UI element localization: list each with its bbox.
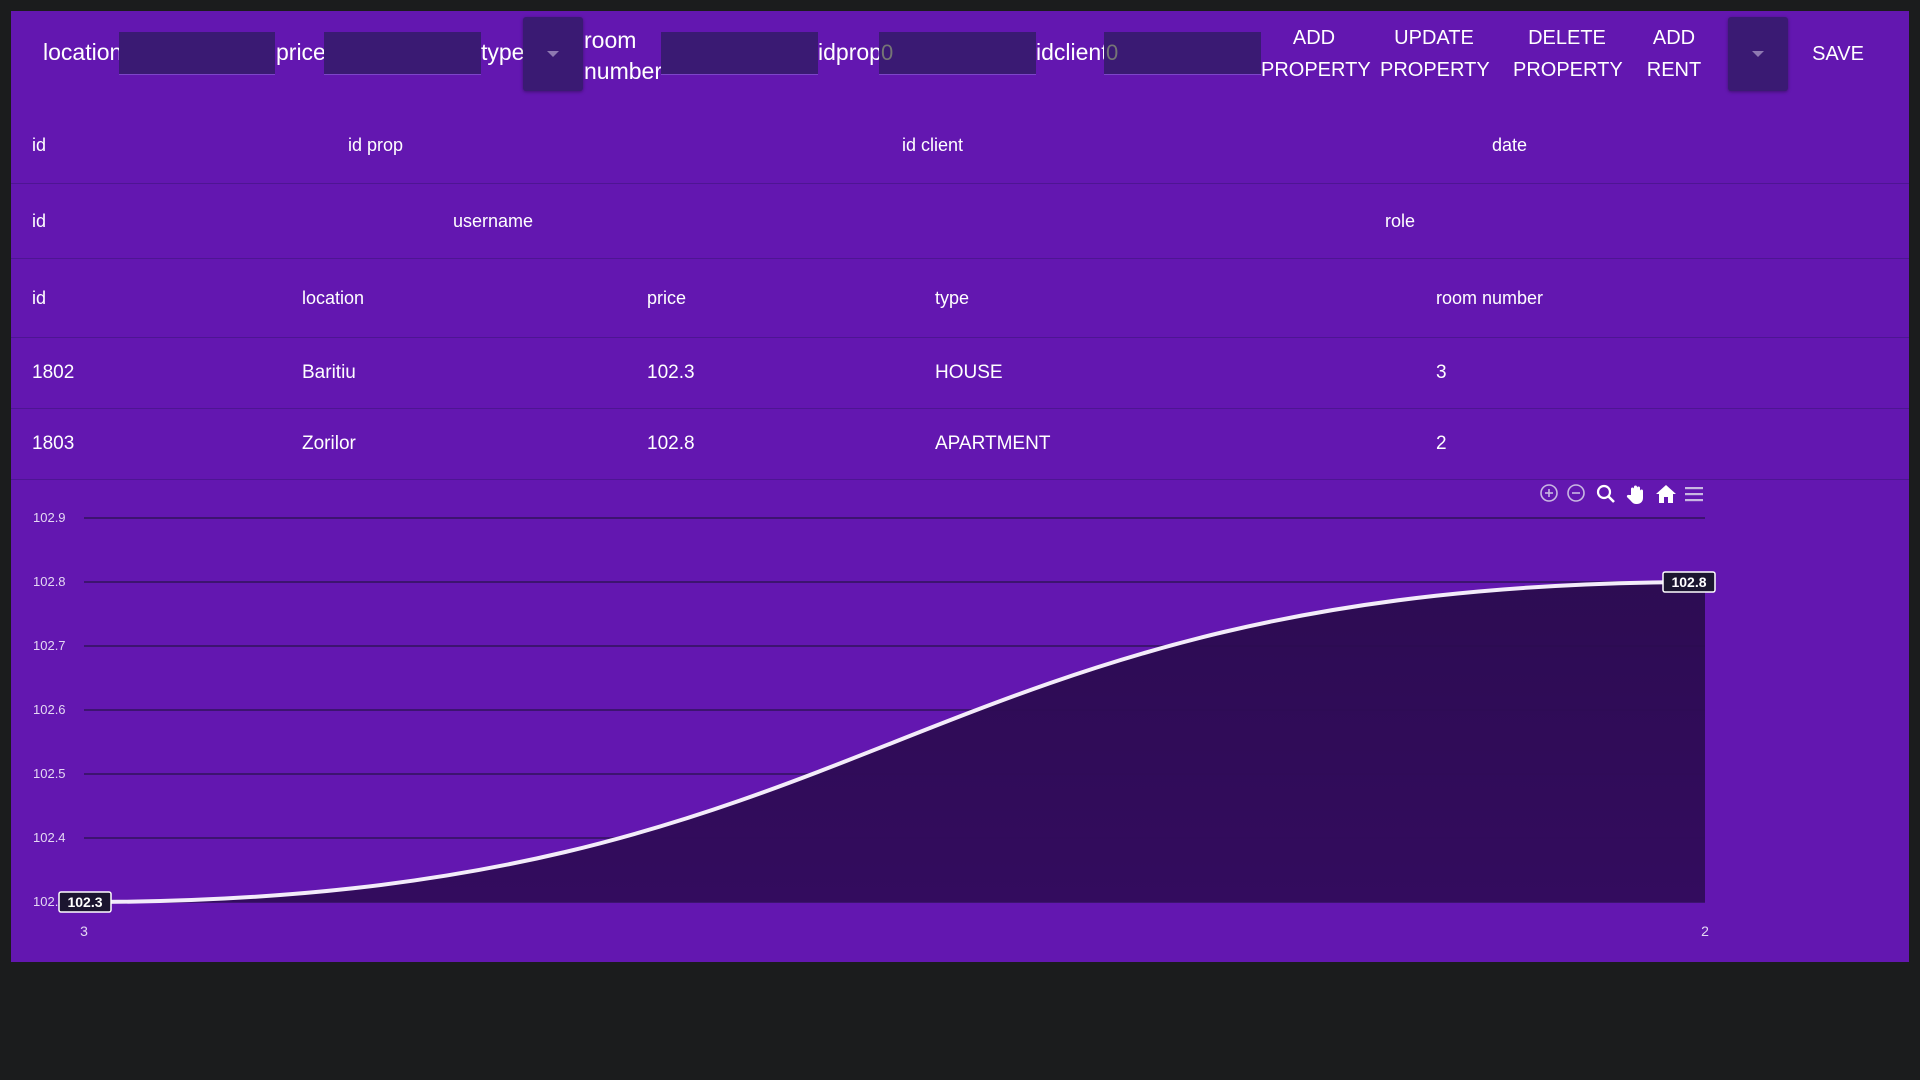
cell-location: Baritiu (302, 362, 356, 383)
column-header: room number (1436, 288, 1544, 308)
update-property-button[interactable]: UPDATE PROPERTY (1380, 22, 1490, 86)
column-header: type (935, 288, 970, 308)
chevron-down-icon (547, 51, 559, 57)
column-header: username (453, 211, 534, 231)
y-tick-label: 102.5 (33, 766, 66, 781)
delete-property-button[interactable]: DELETE PROPERTY (1513, 22, 1623, 86)
x-tick-label: 3 (80, 923, 88, 939)
column-header: id prop (348, 135, 404, 155)
column-header: id (32, 211, 47, 231)
y-tick-label: 102.6 (33, 702, 66, 717)
user-table-header: id username role (11, 184, 1909, 259)
table-row[interactable]: 1802 Baritiu 102.3 HOUSE 3 (11, 338, 1909, 409)
y-tick-label: 102.4 (33, 830, 66, 845)
chevron-down-icon (1752, 51, 1764, 57)
type-label: type (481, 39, 525, 65)
pan-icon[interactable] (1624, 483, 1648, 507)
chart-canvas: 102.9 102.8 102.7 102.6 102.5 102.4 102.3 3 2 10… (33, 510, 1716, 939)
idprop-input[interactable] (879, 32, 1036, 75)
room-number-input[interactable] (661, 32, 818, 75)
column-header: location (302, 288, 365, 308)
price-chart: 102.9 102.8 102.7 102.6 102.5 102.4 102.3 3 2 10… (11, 480, 1909, 962)
zoom-in-icon[interactable] (1537, 483, 1561, 507)
column-header: id client (902, 135, 964, 155)
app-panel: location price type room number idprop i… (11, 11, 1909, 962)
y-tick-label: 102.9 (33, 510, 66, 525)
idclient-label: idclient (1036, 39, 1108, 65)
save-button[interactable]: SAVE (1806, 38, 1870, 70)
y-tick-label: 102.8 (33, 574, 66, 589)
table-row[interactable]: 1803 Zorilor 102.8 APARTMENT 2 (11, 409, 1909, 480)
room-number-label: room number (584, 27, 662, 84)
menu-icon[interactable] (1682, 483, 1706, 507)
cell-room-number: 3 (1436, 362, 1447, 383)
cell-price: 102.8 (647, 433, 695, 454)
cell-price: 102.3 (647, 362, 695, 383)
price-input[interactable] (324, 32, 481, 75)
data-label-text: 102.8 (1671, 574, 1706, 590)
add-property-button[interactable]: ADD PROPERTY (1261, 22, 1371, 86)
zoom-out-icon[interactable] (1564, 483, 1588, 507)
location-label: location (43, 39, 123, 65)
type-select[interactable] (523, 17, 583, 91)
property-toolbar: location price type room number idprop i… (11, 11, 1909, 106)
location-input[interactable] (119, 32, 275, 75)
rent-select[interactable] (1728, 17, 1788, 91)
cell-type: APARTMENT (935, 433, 1051, 454)
column-header: date (1492, 135, 1528, 155)
y-tick-label: 102.7 (33, 638, 66, 653)
rent-table-header: id id prop id client date (11, 106, 1909, 184)
column-header: id (32, 288, 47, 308)
reset-home-icon[interactable] (1654, 483, 1678, 507)
data-label: 102.8 (1662, 571, 1716, 593)
column-header: id (32, 135, 47, 155)
cell-id: 1802 (32, 362, 75, 383)
price-label: price (276, 39, 326, 65)
add-rent-button[interactable]: ADD RENT (1642, 22, 1706, 86)
cell-id: 1803 (32, 433, 75, 454)
idclient-input[interactable] (1104, 32, 1261, 75)
column-header: role (1385, 211, 1416, 231)
column-header: price (647, 288, 687, 308)
data-label: 102.3 (58, 891, 112, 913)
property-table-header: id location price type room number (11, 259, 1909, 338)
cell-location: Zorilor (302, 433, 356, 454)
x-tick-label: 2 (1701, 923, 1709, 939)
data-label-text: 102.3 (67, 894, 102, 910)
selection-zoom-icon[interactable] (1594, 483, 1618, 507)
idprop-label: idprop (818, 39, 882, 65)
cell-type: HOUSE (935, 362, 1003, 383)
cell-room-number: 2 (1436, 433, 1447, 454)
